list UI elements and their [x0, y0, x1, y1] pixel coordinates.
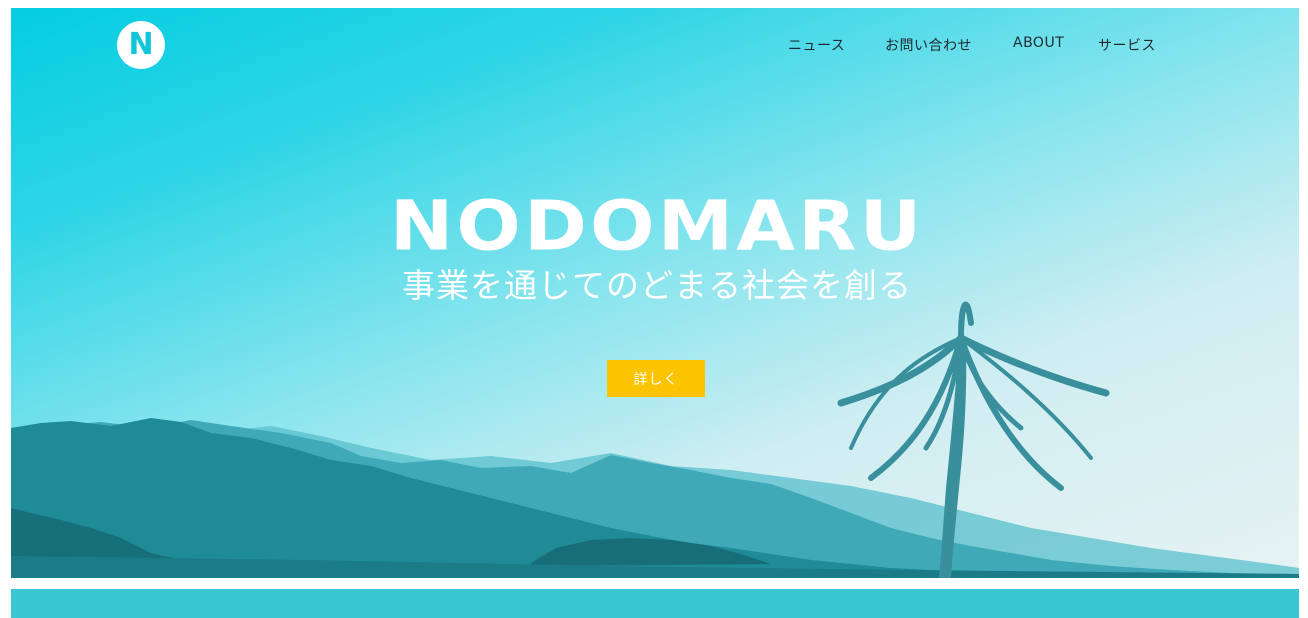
logo[interactable]: N [117, 21, 165, 69]
bottom-band [11, 589, 1299, 618]
hero-tagline: 事業を通じてのどまる社会を創る [402, 266, 912, 305]
details-button[interactable]: 詳しく [607, 360, 705, 397]
nav-link-news[interactable]: ニュース [788, 35, 845, 55]
nav-link-services[interactable]: サービス [1098, 35, 1156, 55]
hero-section: N ニュース お問い合わせ ABOUT サービス NODOMARU 事業を通じて… [11, 8, 1299, 578]
brand-title: NODOMARU [389, 185, 925, 266]
nav-link-contact[interactable]: お問い合わせ [885, 35, 972, 55]
nav-link-about[interactable]: ABOUT [1013, 35, 1064, 51]
page: N ニュース お問い合わせ ABOUT サービス NODOMARU 事業を通じて… [0, 0, 1308, 618]
logo-letter: N [128, 27, 154, 62]
